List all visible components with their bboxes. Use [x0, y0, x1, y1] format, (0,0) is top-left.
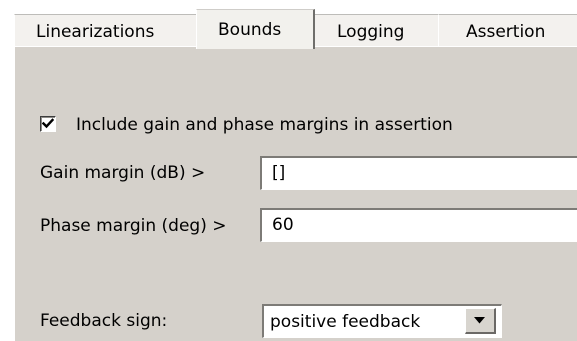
- dropdown-arrow-button[interactable]: [465, 308, 496, 334]
- tab-label: Assertion: [466, 22, 546, 42]
- tab-logging[interactable]: Logging: [314, 14, 439, 47]
- include-margins-label: Include gain and phase margins in assert…: [76, 115, 453, 135]
- phase-margin-field[interactable]: 60: [260, 208, 577, 242]
- chevron-down-icon: [474, 317, 485, 324]
- panel-edge: [14, 46, 15, 341]
- feedback-sign-selected-value: positive feedback: [270, 312, 421, 332]
- tab-linearizations[interactable]: Linearizations: [14, 14, 197, 47]
- tab-bounds[interactable]: Bounds: [196, 9, 315, 49]
- tab-label: Bounds: [218, 20, 282, 40]
- include-margins-checkbox[interactable]: [40, 116, 56, 132]
- tab-assertion[interactable]: Assertion: [438, 14, 577, 47]
- dialog-canvas: Linearizations Logging Assertion Bounds …: [0, 0, 577, 341]
- checkmark-icon: [42, 118, 54, 129]
- phase-margin-label: Phase margin (deg) >: [40, 216, 227, 236]
- bounds-panel: [14, 46, 577, 341]
- feedback-sign-dropdown[interactable]: positive feedback: [262, 304, 502, 338]
- gain-margin-label: Gain margin (dB) >: [40, 163, 206, 183]
- tab-label: Logging: [337, 22, 405, 42]
- gain-margin-field[interactable]: []: [260, 156, 577, 190]
- feedback-sign-label: Feedback sign:: [40, 311, 168, 331]
- tab-label: Linearizations: [36, 22, 155, 42]
